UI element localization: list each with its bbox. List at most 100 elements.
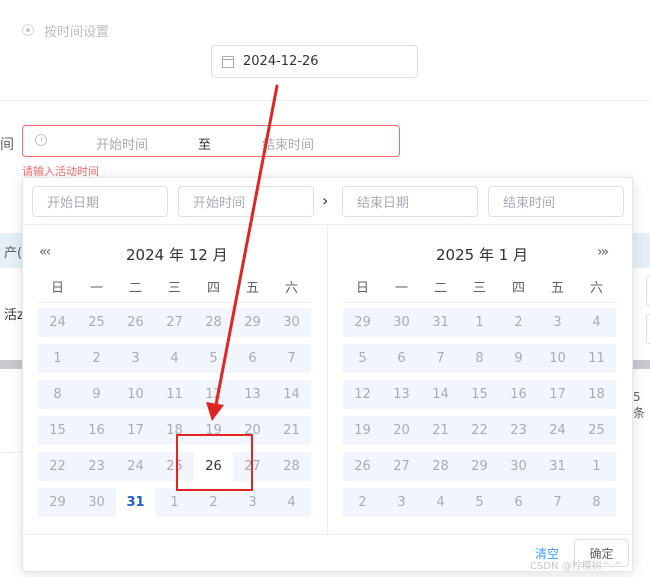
date-cell[interactable]: 3: [538, 308, 577, 337]
date-cell[interactable]: 25: [77, 308, 116, 337]
date-cell[interactable]: 15: [460, 380, 499, 409]
date-cell[interactable]: 25: [577, 416, 616, 445]
date-cell[interactable]: 14: [421, 380, 460, 409]
date-cell[interactable]: 23: [499, 416, 538, 445]
pager-size-fragment[interactable]: 5条: [633, 390, 650, 421]
date-cell[interactable]: 6: [233, 344, 272, 373]
date-cell[interactable]: 2: [499, 308, 538, 337]
date-cell[interactable]: 2: [77, 344, 116, 373]
date-cell[interactable]: 3: [382, 488, 421, 517]
date-cell[interactable]: 29: [38, 488, 77, 517]
date-cell[interactable]: 19: [343, 416, 382, 445]
date-cell[interactable]: 2: [194, 488, 233, 517]
date-cell[interactable]: 5: [460, 488, 499, 517]
right-month-title: 2025 年 1 月: [436, 246, 529, 264]
date-cell[interactable]: 1: [155, 488, 194, 517]
date-cell[interactable]: 30: [499, 452, 538, 481]
date-cell[interactable]: 4: [577, 308, 616, 337]
date-cell[interactable]: 4: [421, 488, 460, 517]
date-cell[interactable]: 18: [577, 380, 616, 409]
date-cell[interactable]: 7: [272, 344, 311, 373]
date-cell[interactable]: 26: [343, 452, 382, 481]
date-cell[interactable]: 11: [155, 380, 194, 409]
date-cell[interactable]: 9: [77, 380, 116, 409]
date-cell[interactable]: 23: [77, 452, 116, 481]
date-cell[interactable]: 24: [38, 308, 77, 337]
date-cell[interactable]: 22: [38, 452, 77, 481]
date-cell[interactable]: 8: [460, 344, 499, 373]
date-cell[interactable]: 21: [272, 416, 311, 445]
date-cell[interactable]: 28: [272, 452, 311, 481]
date-input[interactable]: 2024-12-26: [211, 45, 418, 78]
form-label: 间: [0, 137, 14, 153]
weekday-label: 五: [550, 281, 564, 296]
date-cell[interactable]: 30: [77, 488, 116, 517]
date-cell[interactable]: 16: [77, 416, 116, 445]
date-cell[interactable]: 27: [382, 452, 421, 481]
date-cell[interactable]: 31: [538, 452, 577, 481]
date-cell[interactable]: 22: [460, 416, 499, 445]
date-cell[interactable]: 4: [272, 488, 311, 517]
date-cell[interactable]: 13: [233, 380, 272, 409]
next-month-year-icon[interactable]: ›»: [597, 244, 609, 260]
date-cell[interactable]: 1: [577, 452, 616, 481]
end-time-placeholder[interactable]: 结束时间: [262, 134, 314, 153]
date-cell[interactable]: 15: [38, 416, 77, 445]
date-cell[interactable]: 1: [460, 308, 499, 337]
date-cell[interactable]: 17: [116, 416, 155, 445]
date-cell[interactable]: 24: [116, 452, 155, 481]
date-cell[interactable]: 30: [272, 308, 311, 337]
start-time-placeholder[interactable]: 开始时间: [96, 134, 148, 153]
today-date-cell[interactable]: 31: [116, 488, 155, 517]
date-cell[interactable]: 14: [272, 380, 311, 409]
date-cell[interactable]: 3: [116, 344, 155, 373]
radio-label: 按时间设置: [44, 24, 110, 40]
date-cell[interactable]: 27: [155, 308, 194, 337]
prev-year-month-icon[interactable]: «‹: [39, 244, 51, 260]
date-cell[interactable]: 10: [116, 380, 155, 409]
date-cell[interactable]: 11: [577, 344, 616, 373]
date-cell[interactable]: 4: [155, 344, 194, 373]
divider: [0, 452, 22, 453]
date-cell[interactable]: 8: [577, 488, 616, 517]
date-cell[interactable]: 1: [38, 344, 77, 373]
date-cell[interactable]: 26: [116, 308, 155, 337]
date-cell[interactable]: 12: [194, 380, 233, 409]
date-cell[interactable]: 2: [343, 488, 382, 517]
start-time-input[interactable]: 开始时间: [178, 186, 314, 217]
date-cell[interactable]: 5: [343, 344, 382, 373]
start-date-input[interactable]: 开始日期: [32, 186, 168, 217]
date-cell[interactable]: 21: [421, 416, 460, 445]
date-cell[interactable]: 28: [194, 308, 233, 337]
date-cell[interactable]: 12: [343, 380, 382, 409]
time-setting-radio[interactable]: 按时间设置: [22, 20, 109, 40]
radio-icon: [22, 24, 34, 36]
weekday-label: 四: [511, 281, 525, 296]
end-date-input[interactable]: 结束日期: [342, 186, 478, 217]
date-cell[interactable]: 28: [421, 452, 460, 481]
date-cell[interactable]: 30: [382, 308, 421, 337]
date-cell[interactable]: 3: [233, 488, 272, 517]
date-cell[interactable]: 29: [460, 452, 499, 481]
date-cell[interactable]: 7: [538, 488, 577, 517]
background-input[interactable]: [646, 276, 650, 306]
date-cell[interactable]: 16: [499, 380, 538, 409]
date-cell[interactable]: 20: [382, 416, 421, 445]
date-cell[interactable]: 13: [382, 380, 421, 409]
date-cell[interactable]: 17: [538, 380, 577, 409]
date-cell[interactable]: 6: [499, 488, 538, 517]
date-cell[interactable]: 24: [538, 416, 577, 445]
date-cell[interactable]: 6: [382, 344, 421, 373]
date-cell[interactable]: 8: [38, 380, 77, 409]
date-cell[interactable]: 29: [343, 308, 382, 337]
date-cell[interactable]: 29: [233, 308, 272, 337]
end-time-input[interactable]: 结束时间: [488, 186, 624, 217]
date-cell[interactable]: 31: [421, 308, 460, 337]
weekday-label: 六: [284, 281, 298, 296]
annotation-highlight-box: [176, 434, 253, 491]
date-cell[interactable]: 7: [421, 344, 460, 373]
date-cell[interactable]: 5: [194, 344, 233, 373]
background-input[interactable]: [646, 314, 650, 344]
date-cell[interactable]: 9: [499, 344, 538, 373]
date-cell[interactable]: 10: [538, 344, 577, 373]
